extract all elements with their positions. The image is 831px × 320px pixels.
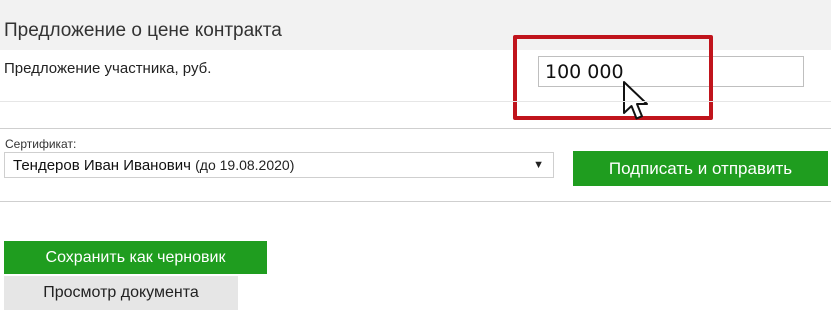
- certificate-holder-name: Тендеров Иван Иванович: [13, 157, 191, 174]
- certificate-label: Сертификат:: [5, 137, 77, 151]
- section-title: Предложение о цене контракта: [4, 20, 282, 41]
- preview-document-button[interactable]: Просмотр документа: [4, 276, 238, 310]
- price-offer-label: Предложение участника, руб.: [4, 60, 212, 77]
- sign-and-send-button[interactable]: Подписать и отправить: [573, 151, 828, 186]
- certificate-validity: (до 19.08.2020): [195, 157, 295, 173]
- price-offer-input[interactable]: [538, 56, 804, 87]
- save-draft-button[interactable]: Сохранить как черновик: [4, 241, 267, 274]
- chevron-down-icon: ▼: [533, 159, 544, 171]
- certificate-selected-value: Тендеров Иван Иванович (до 19.08.2020): [13, 157, 294, 174]
- certificate-select[interactable]: Тендеров Иван Иванович (до 19.08.2020) ▼: [4, 152, 554, 178]
- divider: [0, 101, 831, 102]
